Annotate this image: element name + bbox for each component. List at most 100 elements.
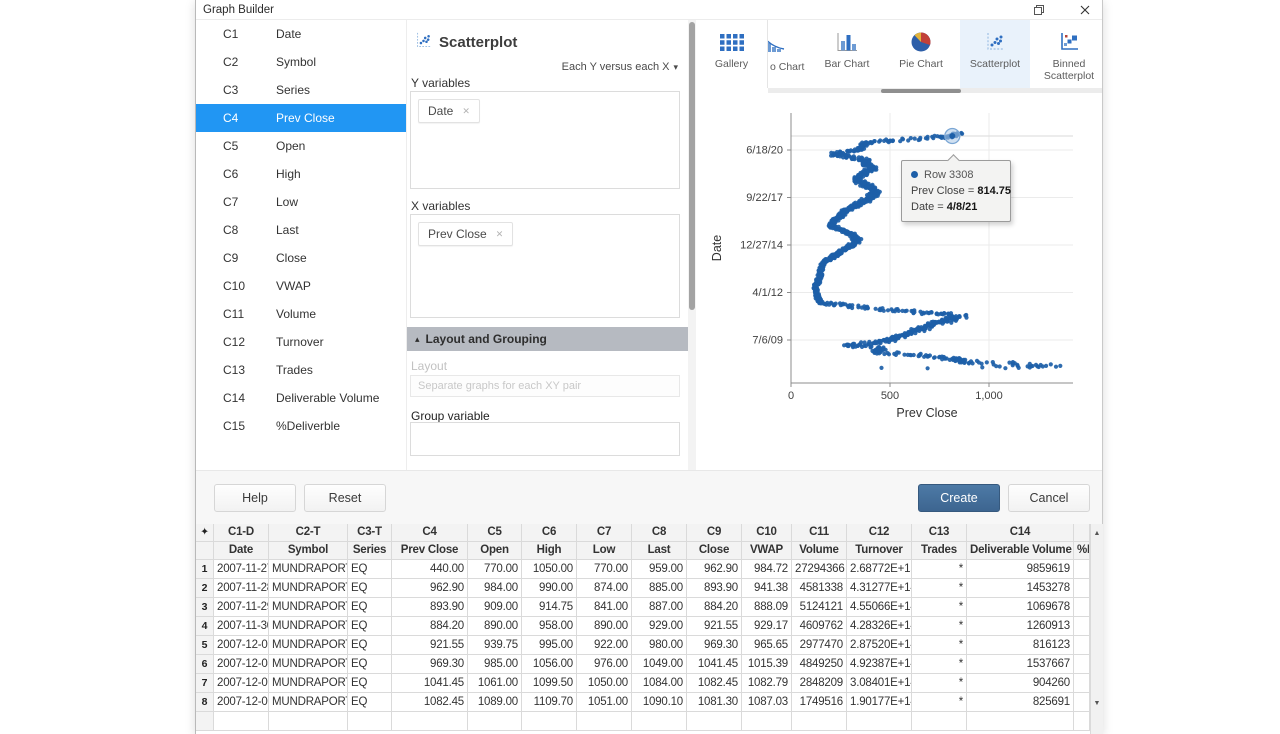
table-cell[interactable]: 990.00: [522, 579, 577, 597]
table-cell[interactable]: [348, 712, 392, 730]
table-cell[interactable]: *: [912, 674, 967, 692]
table-cell[interactable]: 984.72: [742, 560, 792, 578]
table-row-number[interactable]: 4: [196, 617, 214, 635]
table-header-cell[interactable]: C8: [632, 524, 687, 541]
table-cell[interactable]: 4609762: [792, 617, 847, 635]
table-cell[interactable]: [847, 712, 912, 730]
restore-window-icon[interactable]: [1030, 1, 1048, 19]
table-cell[interactable]: 4.31277E+14: [847, 579, 912, 597]
gallery-item-binned-scatterplot[interactable]: Binned Scatterplot: [1034, 20, 1102, 88]
x-variables-dropzone[interactable]: Prev Close ✕: [410, 214, 680, 318]
table-cell[interactable]: 2007-12-05: [214, 674, 269, 692]
table-header-cell[interactable]: Last: [632, 542, 687, 559]
table-cell[interactable]: [1074, 560, 1090, 578]
table-corner-cell[interactable]: [196, 542, 214, 559]
table-cell[interactable]: *: [912, 655, 967, 673]
table-cell[interactable]: 1082.79: [742, 674, 792, 692]
table-cell[interactable]: 2007-11-28: [214, 579, 269, 597]
table-cell[interactable]: 1051.00: [577, 693, 632, 711]
table-cell[interactable]: 4.92387E+14: [847, 655, 912, 673]
table-cell[interactable]: [632, 712, 687, 730]
table-cell[interactable]: 5124121: [792, 598, 847, 616]
table-cell[interactable]: 2007-11-30: [214, 617, 269, 635]
gallery-item-bar-chart[interactable]: Bar Chart: [812, 20, 882, 88]
table-header-cell[interactable]: [1074, 524, 1090, 541]
table-cell[interactable]: 914.75: [522, 598, 577, 616]
table-cell[interactable]: 2.87520E+14: [847, 636, 912, 654]
table-cell[interactable]: 1260913: [967, 617, 1074, 635]
scrollbar-thumb[interactable]: [881, 89, 961, 93]
table-cell[interactable]: [792, 712, 847, 730]
mode-dropdown[interactable]: Each Y versus each X▾: [562, 61, 678, 73]
table-header-cell[interactable]: C13: [912, 524, 967, 541]
table-cell[interactable]: 9859619: [967, 560, 1074, 578]
table-header-cell[interactable]: Trades: [912, 542, 967, 559]
table-cell[interactable]: 1099.50: [522, 674, 577, 692]
table-cell[interactable]: MUNDRAPORT: [269, 617, 348, 635]
table-cell[interactable]: 965.65: [742, 636, 792, 654]
table-cell[interactable]: [687, 712, 742, 730]
table-cell[interactable]: 1056.00: [522, 655, 577, 673]
table-cell[interactable]: 893.90: [392, 598, 468, 616]
gallery-item-scatterplot[interactable]: Scatterplot: [960, 20, 1030, 88]
table-cell[interactable]: [1074, 712, 1090, 730]
table-header-cell[interactable]: Deliverable Volume: [967, 542, 1074, 559]
table-header-cell[interactable]: Symbol: [269, 542, 348, 559]
gallery-item-gallery[interactable]: Gallery: [696, 20, 768, 88]
table-cell[interactable]: EQ: [348, 636, 392, 654]
layout-grouping-header[interactable]: ▴ Layout and Grouping: [407, 327, 688, 351]
table-cell[interactable]: 4849250: [792, 655, 847, 673]
table-header-cell[interactable]: Volume: [792, 542, 847, 559]
column-item-c7[interactable]: C7 Low: [196, 188, 406, 216]
table-cell[interactable]: [214, 712, 269, 730]
table-cell[interactable]: 985.00: [468, 655, 522, 673]
table-cell[interactable]: 1090.10: [632, 693, 687, 711]
table-header-cell[interactable]: Turnover: [847, 542, 912, 559]
table-header-cell[interactable]: C6: [522, 524, 577, 541]
table-cell[interactable]: 1.90177E+14: [847, 693, 912, 711]
column-item-c4[interactable]: C4 Prev Close: [196, 104, 406, 132]
table-header-cell[interactable]: VWAP: [742, 542, 792, 559]
column-item-c1[interactable]: C1 Date: [196, 20, 406, 48]
table-cell[interactable]: EQ: [348, 655, 392, 673]
table-cell[interactable]: EQ: [348, 617, 392, 635]
table-cell[interactable]: 921.55: [687, 617, 742, 635]
table-cell[interactable]: 4.55066E+14: [847, 598, 912, 616]
table-header-cell[interactable]: Prev Close: [392, 542, 468, 559]
table-header-cell[interactable]: C2-T: [269, 524, 348, 541]
table-cell[interactable]: MUNDRAPORT: [269, 655, 348, 673]
column-item-c15[interactable]: C15 %Deliverble: [196, 412, 406, 440]
table-cell[interactable]: [392, 712, 468, 730]
table-cell[interactable]: *: [912, 579, 967, 597]
table-cell[interactable]: MUNDRAPORT: [269, 636, 348, 654]
table-cell[interactable]: 1082.45: [392, 693, 468, 711]
table-cell[interactable]: [1074, 636, 1090, 654]
table-header-cell[interactable]: C3-T: [348, 524, 392, 541]
column-item-c14[interactable]: C14 Deliverable Volume: [196, 384, 406, 412]
table-header-cell[interactable]: Low: [577, 542, 632, 559]
table-cell[interactable]: 929.00: [632, 617, 687, 635]
table-cell[interactable]: [1074, 674, 1090, 692]
table-cell[interactable]: *: [912, 560, 967, 578]
table-cell[interactable]: 2977470: [792, 636, 847, 654]
table-cell[interactable]: 888.09: [742, 598, 792, 616]
table-cell[interactable]: EQ: [348, 560, 392, 578]
chip-remove-icon[interactable]: ✕: [496, 229, 504, 240]
table-cell[interactable]: 2007-12-04: [214, 655, 269, 673]
create-button[interactable]: Create: [918, 484, 1000, 512]
table-cell[interactable]: 1089.00: [468, 693, 522, 711]
table-cell[interactable]: 885.00: [632, 579, 687, 597]
table-cell[interactable]: 4581338: [792, 579, 847, 597]
scroll-down-icon[interactable]: ▼: [1091, 696, 1103, 710]
table-cell[interactable]: 2007-11-29: [214, 598, 269, 616]
column-item-c13[interactable]: C13 Trades: [196, 356, 406, 384]
table-cell[interactable]: 1041.45: [687, 655, 742, 673]
table-cell[interactable]: EQ: [348, 598, 392, 616]
table-cell[interactable]: MUNDRAPORT: [269, 674, 348, 692]
y-variables-dropzone[interactable]: Date ✕: [410, 91, 680, 189]
chip-remove-icon[interactable]: ✕: [462, 106, 470, 117]
table-cell[interactable]: *: [912, 598, 967, 616]
table-cell[interactable]: 4.28326E+14: [847, 617, 912, 635]
table-cell[interactable]: MUNDRAPORT: [269, 560, 348, 578]
column-item-c2[interactable]: C2 Symbol: [196, 48, 406, 76]
